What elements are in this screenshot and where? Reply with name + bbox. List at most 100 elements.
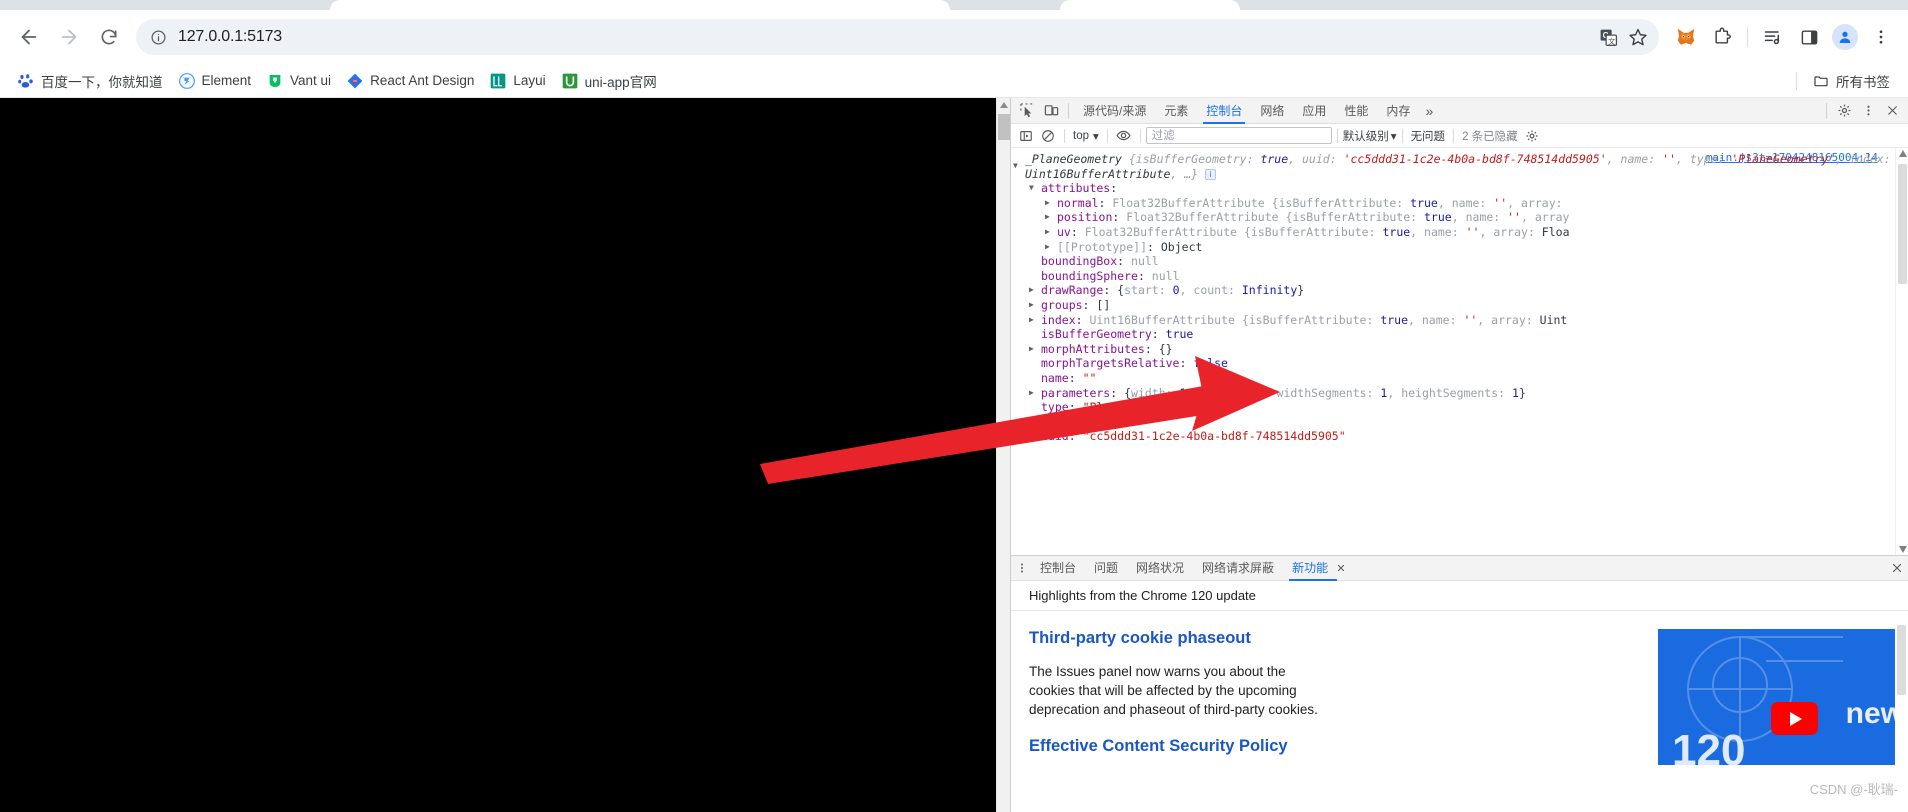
tab-memory[interactable]: 内存 — [1377, 98, 1419, 124]
issues-status[interactable]: 无问题 — [1408, 128, 1449, 144]
drawer-tab-issues[interactable]: 问题 — [1085, 556, 1127, 581]
expand-triangle-closed-icon[interactable]: ▶ — [1029, 386, 1034, 401]
profile-avatar-icon[interactable] — [1828, 20, 1862, 54]
metamask-fox-icon[interactable] — [1669, 20, 1703, 54]
tab-performance[interactable]: 性能 — [1335, 98, 1377, 124]
device-toolbar-icon[interactable] — [1039, 99, 1063, 123]
drawer-tab-network-conditions[interactable]: 网络状况 — [1127, 556, 1193, 581]
log-level-selector[interactable]: 默认级别 ▾ — [1343, 128, 1397, 144]
url-text[interactable]: 127.0.0.1:5173 — [170, 28, 1593, 46]
expand-triangle-closed-icon[interactable]: ▶ — [1029, 415, 1034, 430]
expand-triangle-open-icon[interactable]: ▼ — [1029, 181, 1034, 196]
expand-triangle-closed-icon[interactable]: ▶ — [1029, 342, 1034, 357]
console-line[interactable]: ▶ groups: [] — [1011, 298, 1908, 313]
console-token: '' — [1662, 152, 1676, 166]
settings-gear-icon[interactable] — [1832, 99, 1856, 123]
bookmark-item[interactable]: Layui — [482, 70, 553, 92]
youtube-play-icon[interactable] — [1771, 702, 1818, 735]
tabs-overflow-icon[interactable]: » — [1419, 103, 1439, 119]
console-line[interactable]: name: "" — [1011, 371, 1908, 386]
expand-triangle-open-icon[interactable]: ▼ — [1013, 159, 1018, 174]
expand-triangle-closed-icon[interactable]: ▶ — [1029, 283, 1034, 298]
bookmark-item[interactable]: Element — [171, 70, 260, 92]
console-output[interactable]: main.js?t=1704248165004:14 ▼ _PlaneGeomet… — [1011, 148, 1908, 555]
scroll-down-arrow-icon[interactable] — [1899, 546, 1907, 553]
devtools-menu-kebab-icon[interactable] — [1856, 99, 1880, 123]
console-scrollbar-thumb[interactable] — [1898, 164, 1907, 284]
console-line[interactable]: ▼ attributes: — [1011, 181, 1908, 196]
console-line[interactable]: ▶ parameters: {width: 1, height: 1, width… — [1011, 386, 1908, 401]
bookmark-star-icon[interactable] — [1623, 22, 1653, 52]
console-line[interactable]: ▶ morphAttributes: {} — [1011, 342, 1908, 357]
console-scrollbar[interactable] — [1895, 148, 1908, 555]
translate-icon[interactable]: G 文 — [1593, 22, 1623, 52]
whats-new-body[interactable]: Third-party cookie phaseout The Issues p… — [1011, 611, 1908, 812]
bookmark-item[interactable]: React Ant Design — [339, 70, 482, 92]
console-line[interactable]: ▶ drawRange: {start: 0, count: Infinity} — [1011, 283, 1908, 298]
clear-console-icon[interactable] — [1037, 125, 1059, 147]
hidden-messages-count[interactable]: 2 条已隐藏 — [1459, 128, 1521, 144]
console-line[interactable]: morphTargetsRelative: false — [1011, 356, 1908, 371]
console-settings-gear-icon[interactable] — [1521, 125, 1543, 147]
expand-triangle-closed-icon[interactable]: ▶ — [1045, 240, 1050, 255]
console-line[interactable]: type: "PlaneGeometry" — [1011, 400, 1908, 415]
page-scrollbar-thumb[interactable] — [998, 114, 1010, 140]
expand-triangle-closed-icon[interactable]: ▶ — [1029, 298, 1034, 313]
back-button[interactable] — [10, 18, 48, 56]
forward-button[interactable] — [50, 18, 88, 56]
drawer-tab-network-request-blocking[interactable]: 网络请求屏蔽 — [1193, 556, 1283, 581]
reading-list-icon[interactable] — [1756, 20, 1790, 54]
browser-tab-secondary[interactable] — [1060, 0, 1240, 10]
browser-tab-active[interactable] — [330, 0, 950, 10]
inspect-element-icon[interactable] — [1015, 99, 1039, 123]
console-line[interactable]: ▼ _PlaneGeometry {isBufferGeometry: true,… — [1011, 152, 1908, 181]
reload-button[interactable] — [90, 18, 128, 56]
side-panel-icon[interactable] — [1792, 20, 1826, 54]
console-line[interactable]: ▶ uv: Float32BufferAttribute {isBufferAtt… — [1011, 225, 1908, 240]
console-line[interactable]: ▶ index: Uint16BufferAttribute {isBufferA… — [1011, 313, 1908, 328]
bookmark-item[interactable]: uni-app官网 — [554, 68, 665, 94]
live-expression-eye-icon[interactable] — [1113, 125, 1135, 147]
expand-triangle-closed-icon[interactable]: ▶ — [1029, 313, 1034, 328]
console-sidebar-icon[interactable] — [1015, 125, 1037, 147]
site-info-icon[interactable] — [146, 25, 170, 49]
drawer-scrollbar-thumb[interactable] — [1897, 625, 1906, 695]
console-line[interactable]: uuid: "cc5ddd31-1c2e-4b0a-bd8f-748514dd5… — [1011, 429, 1908, 444]
tab-network[interactable]: 网络 — [1251, 98, 1293, 124]
expand-triangle-closed-icon[interactable]: ▶ — [1045, 225, 1050, 240]
info-badge[interactable]: i — [1205, 168, 1217, 180]
all-bookmarks-button[interactable]: 所有书签 — [1805, 68, 1898, 94]
console-line[interactable]: isBufferGeometry: true — [1011, 327, 1908, 342]
tab-elements[interactable]: 元素 — [1155, 98, 1197, 124]
chrome-menu-kebab-icon[interactable] — [1864, 20, 1898, 54]
expand-triangle-closed-icon[interactable]: ▶ — [1045, 210, 1050, 225]
drawer-menu-kebab-icon[interactable] — [1013, 562, 1031, 574]
drawer-tab-whats-new[interactable]: 新功能 ✕ — [1283, 556, 1355, 581]
drawer-tab-console[interactable]: 控制台 — [1031, 556, 1085, 581]
console-context-selector[interactable]: top ▾ — [1070, 129, 1102, 143]
extensions-puzzle-icon[interactable] — [1705, 20, 1739, 54]
scroll-up-arrow-icon[interactable] — [1899, 150, 1907, 157]
console-line[interactable]: ▶ userData: {} — [1011, 415, 1908, 430]
close-devtools-icon[interactable] — [1880, 99, 1904, 123]
address-bar[interactable]: 127.0.0.1:5173 G 文 — [136, 19, 1659, 55]
console-line[interactable]: ▶ [[Prototype]]: Object — [1011, 240, 1908, 255]
page-scrollbar[interactable] — [996, 98, 1010, 812]
console-line[interactable]: boundingBox: null — [1011, 254, 1908, 269]
close-drawer-icon[interactable] — [1888, 562, 1906, 574]
console-filter-input[interactable]: 过滤 — [1145, 127, 1332, 144]
close-tab-icon[interactable]: ✕ — [1336, 563, 1345, 575]
console-line[interactable]: ▶ position: Float32BufferAttribute {isBuf… — [1011, 210, 1908, 225]
bookmark-item[interactable]: 百度一下，你就知道 — [10, 68, 171, 94]
bookmark-item[interactable]: Vant ui — [259, 70, 339, 92]
console-token: : — [1110, 181, 1118, 196]
whats-new-video-thumbnail[interactable]: 120 new — [1658, 629, 1908, 765]
expand-triangle-closed-icon[interactable]: ▶ — [1045, 196, 1050, 211]
console-line[interactable]: ▶ normal: Float32BufferAttribute {isBuffe… — [1011, 196, 1908, 211]
webgl-viewport[interactable] — [0, 98, 996, 812]
console-line[interactable]: boundingSphere: null — [1011, 269, 1908, 284]
scroll-up-arrow-icon[interactable] — [999, 100, 1009, 110]
tab-console[interactable]: 控制台 — [1197, 98, 1251, 124]
tab-sources[interactable]: 源代码/来源 — [1074, 98, 1155, 124]
tab-application[interactable]: 应用 — [1293, 98, 1335, 124]
